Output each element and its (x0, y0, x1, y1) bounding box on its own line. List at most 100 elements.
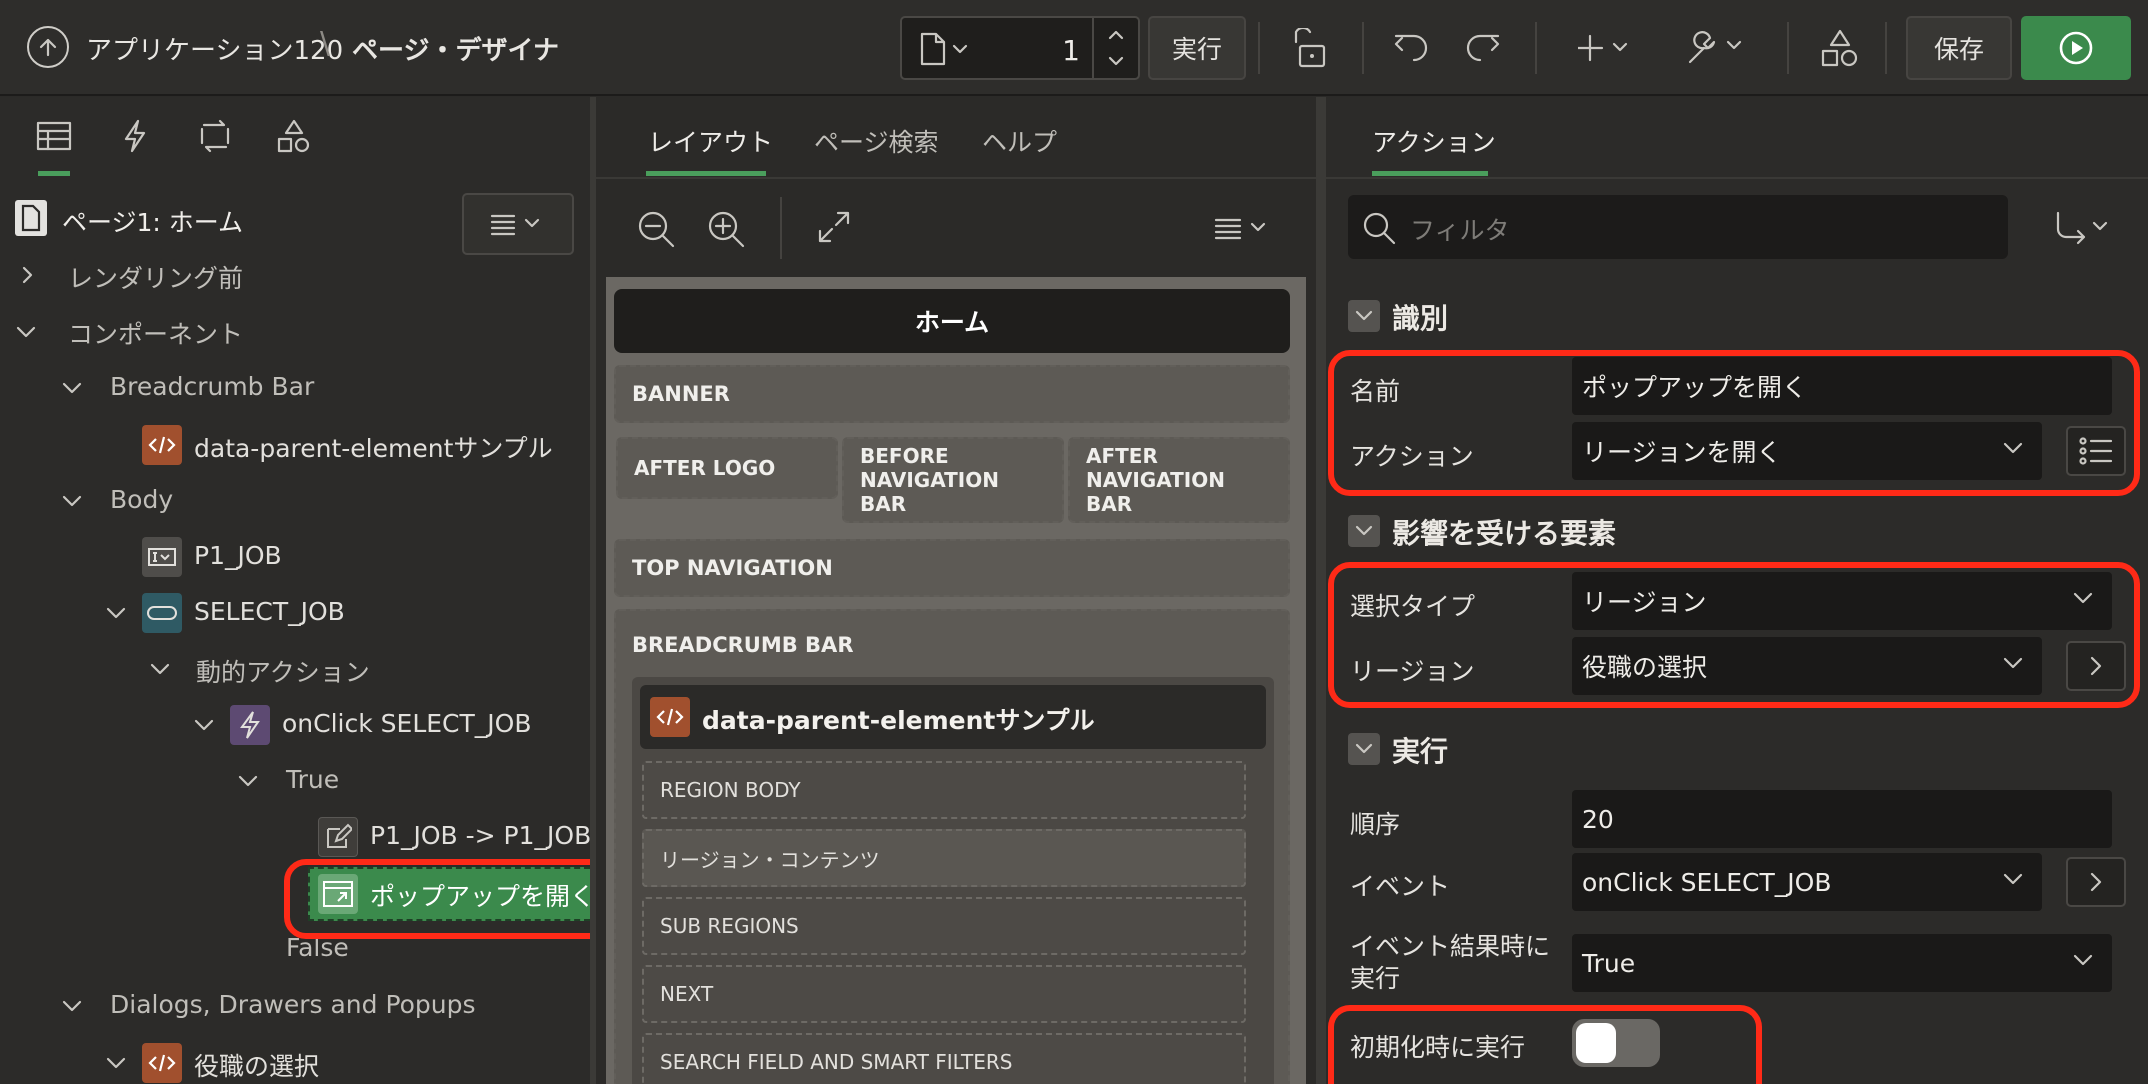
collapse-icon[interactable] (60, 995, 84, 1017)
event-result-label: イベント結果時に 実行 (1350, 931, 1550, 995)
collapse-icon[interactable] (236, 770, 260, 792)
event-goto-button[interactable] (2066, 857, 2126, 907)
search-icon (1362, 211, 1398, 247)
layout-region-sample[interactable]: data-parent-elementサンプル REGION BODY リージョ… (632, 677, 1274, 1084)
tree-menu-button[interactable] (462, 193, 574, 255)
highlight-identification (1328, 350, 2140, 496)
sequence-field[interactable]: 20 (1572, 790, 2112, 848)
layout-search-field[interactable]: SEARCH FIELD AND SMART FILTERS (642, 1033, 1246, 1084)
expand-icon[interactable] (16, 264, 38, 286)
page-icon (14, 199, 48, 237)
save-and-run-button[interactable] (2021, 16, 2131, 80)
layout-next[interactable]: NEXT (642, 965, 1246, 1023)
chevron-down-icon (2073, 954, 2093, 966)
app-home-icon[interactable] (27, 26, 69, 68)
tree-true[interactable]: True (286, 765, 339, 794)
zoom-out-icon[interactable] (636, 209, 676, 249)
layout-breadcrumb-bar[interactable]: BREADCRUMB BAR data-parent-elementサンプル R… (614, 609, 1290, 1084)
undo-icon[interactable] (1392, 30, 1432, 66)
layout-page-title[interactable]: ホーム (614, 289, 1290, 353)
action-tab-underline (1372, 171, 1488, 176)
tree-pre-rendering[interactable]: レンダリング前 (68, 259, 243, 295)
dynamic-action-icon (230, 705, 270, 745)
highlight-fire-on-init (1328, 1005, 1762, 1084)
layout-region-contents[interactable]: リージョン・コンテンツ (642, 829, 1246, 887)
section-title-identification: 識別 (1392, 302, 1449, 335)
region-code-icon (650, 697, 690, 737)
collapse-icon[interactable] (104, 602, 128, 624)
filter-placeholder: フィルタ (1410, 216, 1510, 245)
save-button[interactable]: 保存 (1906, 16, 2012, 80)
event-result-label-line2: 実行 (1350, 964, 1401, 993)
region-code-icon (142, 425, 182, 465)
collapse-icon[interactable] (60, 377, 84, 399)
section-toggle-affected[interactable] (1348, 515, 1380, 547)
tree-job-select-region[interactable]: 役職の選択 (194, 1047, 319, 1083)
page-down-icon[interactable] (1102, 52, 1130, 72)
filter-input[interactable]: フィルタ (1348, 195, 2008, 259)
right-splitter[interactable] (1316, 97, 1326, 1084)
tree-components[interactable]: コンポーネント (68, 315, 243, 351)
collapse-icon[interactable] (104, 1052, 128, 1074)
expand-fullscreen-icon[interactable] (816, 209, 852, 245)
rendering-tab-underline (38, 171, 70, 176)
dynamic-actions-tab-icon[interactable] (120, 119, 150, 153)
go-to-group-icon[interactable] (2054, 211, 2114, 245)
page-up-icon[interactable] (1102, 24, 1130, 44)
collapse-icon[interactable] (60, 490, 84, 512)
event-result-label-line1: イベント結果時に (1350, 932, 1551, 961)
highlight-affected (1328, 562, 2140, 708)
page-icon[interactable] (918, 32, 968, 66)
layout-banner[interactable]: BANNER (614, 365, 1290, 423)
after-nav-line2: NAVIGATION BAR (1086, 468, 1225, 516)
shared-components-icon[interactable] (1820, 28, 1860, 68)
sequence-label: 順序 (1350, 810, 1401, 839)
collapse-icon[interactable] (148, 658, 172, 680)
collapse-icon[interactable] (14, 321, 38, 343)
tab-help[interactable]: ヘルプ (982, 123, 1057, 159)
tree-dynamic-actions[interactable]: 動的アクション (196, 653, 370, 689)
rendering-tab-icon[interactable] (36, 121, 72, 151)
page-title[interactable]: ページ1: ホーム (62, 203, 243, 239)
layout-menu-icon[interactable] (1214, 215, 1274, 241)
page-number-input[interactable]: 1 (1022, 34, 1080, 67)
layout-before-navbar[interactable]: BEFORE NAVIGATION BAR (842, 437, 1064, 523)
redo-icon[interactable] (1462, 30, 1502, 66)
utilities-wrench-icon[interactable] (1686, 30, 1748, 66)
section-title-execution: 実行 (1392, 735, 1449, 768)
play-icon (2059, 31, 2093, 65)
layout-sub-regions[interactable]: SUB REGIONS (642, 897, 1246, 955)
event-select[interactable]: onClick SELECT_JOB (1572, 853, 2042, 911)
run-button[interactable]: 実行 (1148, 16, 1246, 80)
set-value-icon (318, 817, 358, 857)
event-result-value: True (1582, 948, 1636, 978)
event-result-select[interactable]: True (1572, 934, 2112, 992)
region-header: data-parent-elementサンプル (640, 685, 1266, 749)
tree-body[interactable]: Body (110, 485, 173, 514)
tree-region-sample[interactable]: data-parent-elementサンプル (194, 429, 553, 465)
tab-page-search[interactable]: ページ検索 (814, 123, 939, 159)
section-toggle-identification[interactable] (1348, 300, 1380, 332)
tree-p1-job[interactable]: P1_JOB (194, 541, 282, 570)
tree-dialogs[interactable]: Dialogs, Drawers and Popups (110, 990, 476, 1019)
processing-tab-icon[interactable] (196, 119, 234, 153)
tree-breadcrumb-bar[interactable]: Breadcrumb Bar (110, 372, 314, 401)
tree-set-value-action[interactable]: P1_JOB -> P1_JOB_S (370, 821, 590, 850)
unlock-icon[interactable] (1290, 28, 1330, 68)
tab-layout[interactable]: レイアウト (648, 123, 773, 159)
shared-tab-icon[interactable] (276, 119, 312, 155)
create-menu-icon[interactable] (1578, 32, 1638, 64)
layout-region-body[interactable]: REGION BODY (642, 761, 1246, 819)
tree-onclick[interactable]: onClick SELECT_JOB (282, 709, 531, 738)
layout-after-navbar[interactable]: AFTER NAVIGATION BAR (1068, 437, 1290, 523)
layout-top-navigation[interactable]: TOP NAVIGATION (614, 539, 1290, 597)
top-toolbar: アプリケーション120 \ ページ・デザイナ 1 実行 保存 (0, 0, 2148, 96)
layout-panel: レイアウト ページ検索 ヘルプ ホーム BANNER AFTER LOGO BE… (596, 97, 1316, 1084)
collapse-icon[interactable] (192, 714, 216, 736)
zoom-in-icon[interactable] (706, 209, 746, 249)
tree-select-job[interactable]: SELECT_JOB (194, 597, 345, 626)
section-toggle-execution[interactable] (1348, 733, 1380, 765)
tab-action[interactable]: アクション (1372, 123, 1496, 159)
breadcrumb-app-link[interactable]: アプリケーション120 (86, 30, 343, 67)
layout-after-logo[interactable]: AFTER LOGO (616, 437, 838, 499)
